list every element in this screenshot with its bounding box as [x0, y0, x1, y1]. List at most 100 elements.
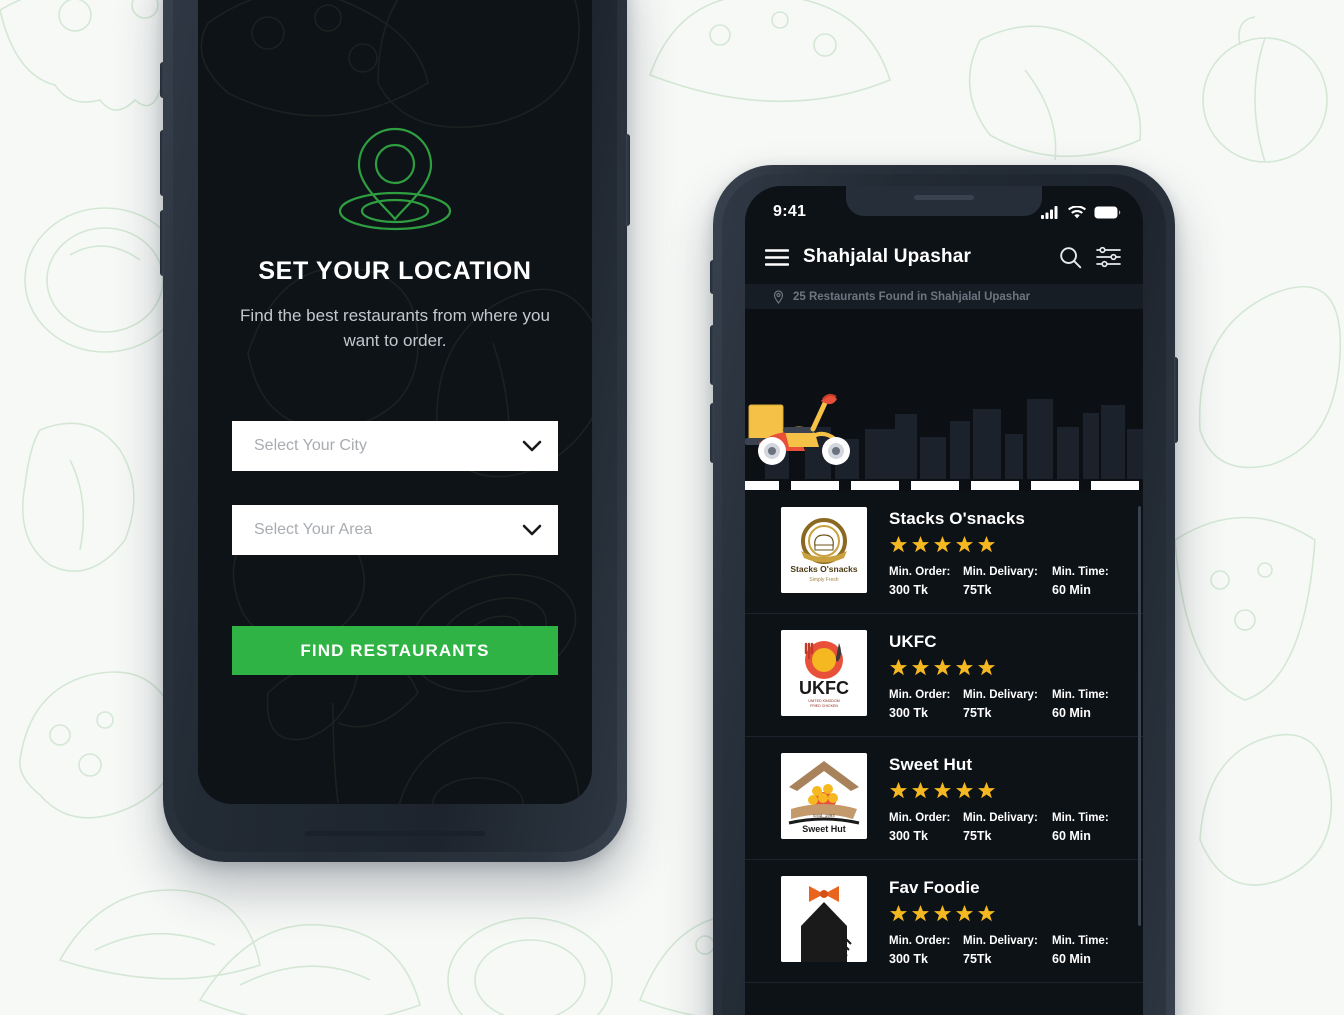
- stacks-osnacks-logo: Stacks O'snacks Simply Fresh: [781, 507, 867, 593]
- ukfc-logo: UKFC UNITED KINGDOM FRIED CHICKEN: [781, 630, 867, 716]
- restaurant-name: Stacks O'snacks: [889, 509, 1025, 528]
- volume-up-button-right[interactable]: [710, 325, 714, 385]
- status-bar-clock: 9:41: [773, 203, 807, 220]
- min-order-label: Min. Order:: [889, 566, 951, 578]
- min-delivery-cell: Min. Delivary: 75Tk: [963, 689, 1052, 720]
- phone-device-left: SET YOUR LOCATION Find the best restaura…: [160, 0, 630, 862]
- min-time-value: 60 Min: [1052, 829, 1091, 843]
- min-order-value: 300 Tk: [889, 706, 928, 720]
- page-subtitle: Find the best restaurants from where you…: [240, 306, 550, 350]
- restaurant-list-screen: 9:41 Shahjalal Upashar 25 Restaurants Fo…: [745, 186, 1143, 1015]
- filter-sliders-icon[interactable]: [1096, 246, 1121, 268]
- svg-text:Stacks O'snacks: Stacks O'snacks: [790, 564, 858, 574]
- min-delivery-label: Min. Delivary:: [963, 689, 1038, 701]
- svg-text:Sweet Hut: Sweet Hut: [802, 824, 846, 834]
- app-bar: Shahjalal Upashar: [745, 230, 1143, 284]
- min-delivery-cell: Min. Delivary: 75Tk: [963, 566, 1052, 597]
- power-button-left[interactable]: [626, 134, 630, 226]
- min-time-label: Min. Time:: [1052, 566, 1109, 578]
- volume-up-button-left[interactable]: [160, 130, 164, 196]
- wifi-icon: [1068, 205, 1086, 218]
- min-order-value: 300 Tk: [889, 583, 928, 597]
- restaurant-name: UKFC: [889, 632, 937, 651]
- min-time-label: Min. Time:: [1052, 689, 1109, 701]
- bottom-speaker-slit-left: [305, 831, 485, 836]
- find-restaurants-button[interactable]: FIND RESTAURANTS: [232, 626, 558, 676]
- results-info-bar: 25 Restaurants Found in Shahjalal Upasha…: [745, 284, 1143, 309]
- svg-text:Estd. 1994: Estd. 1994: [813, 813, 835, 818]
- location-screen: SET YOUR LOCATION Find the best restaura…: [198, 0, 592, 804]
- min-delivery-value: 75Tk: [963, 583, 992, 597]
- area-select[interactable]: Select Your Area: [232, 505, 558, 556]
- map-pin-icon: [331, 123, 459, 233]
- svg-text:FRIED CHICKEN: FRIED CHICKEN: [810, 704, 838, 708]
- chevron-down-icon: [522, 440, 542, 452]
- area-select-value: Select Your Area: [254, 521, 373, 539]
- battery-icon: [1094, 206, 1121, 218]
- delivery-scooter-illustration: [745, 393, 850, 465]
- earpiece-speaker: [914, 195, 974, 200]
- road-dashes: [745, 481, 1139, 490]
- table-row[interactable]: Stacks O'snacks Simply Fresh Stacks O'sn…: [745, 491, 1143, 614]
- phone-device-right: 9:41 Shahjalal Upashar 25 Restaurants Fo…: [710, 165, 1178, 1015]
- min-time-cell: Min. Time: 60 Min: [1052, 566, 1126, 597]
- min-time-cell: Min. Time: 60 Min: [1052, 689, 1126, 720]
- min-order-label: Min. Order:: [889, 935, 951, 947]
- min-time-value: 60 Min: [1052, 952, 1091, 966]
- power-button-right[interactable]: [1174, 357, 1178, 443]
- list-scrollbar[interactable]: [1138, 506, 1141, 926]
- min-time-value: 60 Min: [1052, 583, 1091, 597]
- min-time-cell: Min. Time: 60 Min: [1052, 935, 1126, 966]
- cellular-signal-icon: [1041, 205, 1058, 219]
- svg-text:UKFC: UKFC: [799, 678, 849, 698]
- mute-switch-left[interactable]: [160, 62, 164, 98]
- city-select-value: Select Your City: [254, 437, 367, 455]
- min-time-value: 60 Min: [1052, 706, 1091, 720]
- rating-stars: [889, 905, 1143, 923]
- min-order-value: 300 Tk: [889, 952, 928, 966]
- fav-foodie-logo: [781, 876, 867, 962]
- table-row[interactable]: Estd. 1994 Sweet Hut Sweet Hut Min. Orde…: [745, 737, 1143, 860]
- min-order-label: Min. Order:: [889, 812, 951, 824]
- page-title: SET YOUR LOCATION: [258, 257, 532, 285]
- min-delivery-label: Min. Delivary:: [963, 566, 1038, 578]
- location-pin-icon: [773, 289, 784, 304]
- rating-stars: [889, 536, 1143, 554]
- promo-banner[interactable]: [745, 309, 1143, 491]
- min-order-cell: Min. Order: 300 Tk: [889, 566, 963, 597]
- hamburger-menu-icon[interactable]: [765, 248, 789, 266]
- min-delivery-value: 75Tk: [963, 952, 992, 966]
- min-time-label: Min. Time:: [1052, 812, 1109, 824]
- min-delivery-label: Min. Delivary:: [963, 812, 1038, 824]
- app-bar-title: Shahjalal Upashar: [803, 246, 972, 267]
- rating-stars: [889, 782, 1143, 800]
- min-order-cell: Min. Order: 300 Tk: [889, 935, 963, 966]
- min-time-label: Min. Time:: [1052, 935, 1109, 947]
- min-order-cell: Min. Order: 300 Tk: [889, 689, 963, 720]
- table-row[interactable]: Fav Foodie Min. Order: 300 Tk Min. Deliv…: [745, 860, 1143, 983]
- volume-down-button-left[interactable]: [160, 210, 164, 276]
- min-delivery-value: 75Tk: [963, 829, 992, 843]
- search-icon[interactable]: [1059, 246, 1082, 269]
- device-notch: [846, 186, 1042, 216]
- results-info-text: 25 Restaurants Found in Shahjalal Upasha…: [793, 290, 1031, 303]
- city-select[interactable]: Select Your City: [232, 421, 558, 472]
- min-delivery-label: Min. Delivary:: [963, 935, 1038, 947]
- min-delivery-value: 75Tk: [963, 706, 992, 720]
- restaurant-name: Sweet Hut: [889, 755, 973, 774]
- min-time-cell: Min. Time: 60 Min: [1052, 812, 1126, 843]
- rating-stars: [889, 659, 1143, 677]
- sweet-hut-logo: Estd. 1994 Sweet Hut: [781, 753, 867, 839]
- svg-text:UNITED KINGDOM: UNITED KINGDOM: [808, 699, 840, 703]
- mute-switch-right[interactable]: [710, 260, 714, 294]
- restaurant-list[interactable]: Stacks O'snacks Simply Fresh Stacks O'sn…: [745, 491, 1143, 1015]
- min-delivery-cell: Min. Delivary: 75Tk: [963, 935, 1052, 966]
- table-row[interactable]: UKFC UNITED KINGDOM FRIED CHICKEN UKFC M…: [745, 614, 1143, 737]
- restaurant-name: Fav Foodie: [889, 878, 980, 897]
- svg-text:Simply Fresh: Simply Fresh: [809, 577, 838, 583]
- min-order-label: Min. Order:: [889, 689, 951, 701]
- chevron-down-icon: [522, 524, 542, 536]
- min-order-value: 300 Tk: [889, 829, 928, 843]
- min-delivery-cell: Min. Delivary: 75Tk: [963, 812, 1052, 843]
- volume-down-button-right[interactable]: [710, 403, 714, 463]
